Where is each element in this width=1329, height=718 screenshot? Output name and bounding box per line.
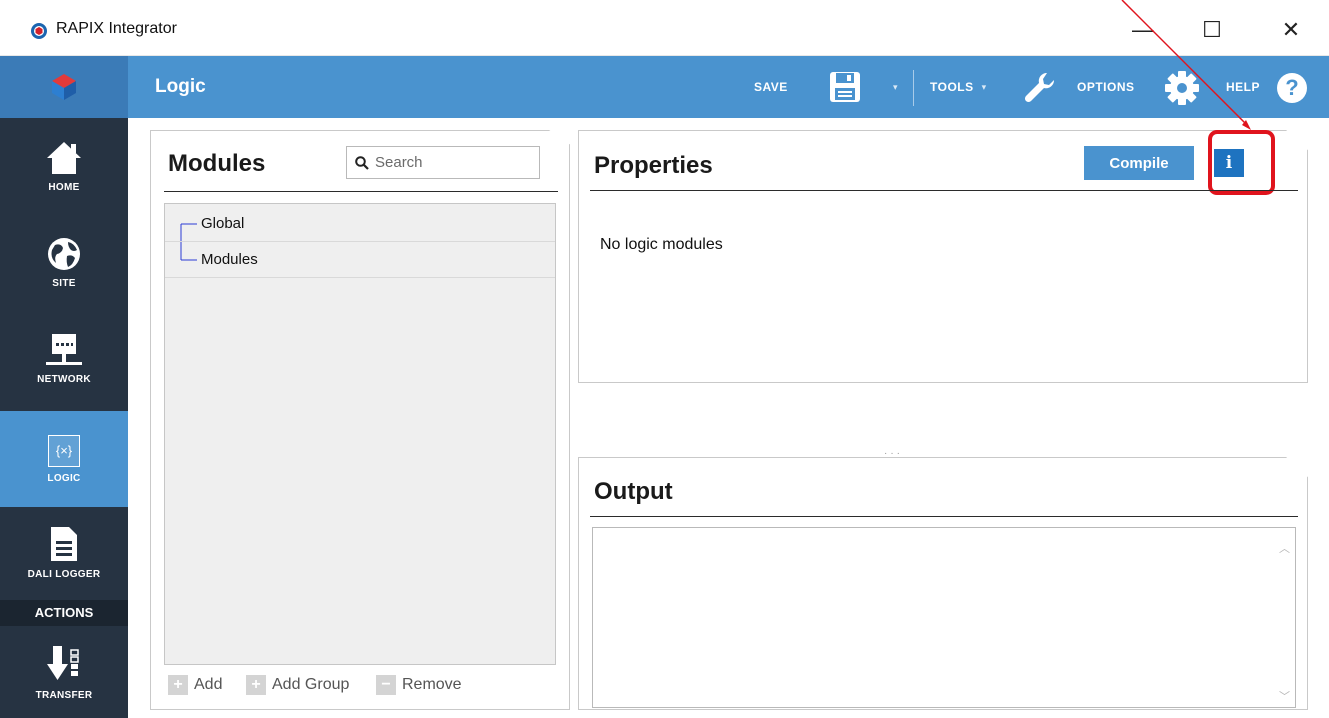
actions-header: ACTIONS <box>0 600 128 626</box>
tree-item-modules[interactable]: Modules <box>165 242 555 278</box>
sidebar-item-home[interactable]: HOME <box>0 118 128 214</box>
sidebar-item-logic[interactable]: {×} LOGIC <box>0 411 128 507</box>
properties-empty-message: No logic modules <box>600 236 723 253</box>
help-icon[interactable]: ? <box>1277 73 1307 103</box>
compile-button[interactable]: Compile <box>1084 146 1194 180</box>
info-highlight-box <box>1208 130 1275 195</box>
page-title: Logic <box>155 76 206 97</box>
output-textarea[interactable] <box>592 527 1296 708</box>
tree-item-label: Global <box>201 215 245 232</box>
chevron-down-icon: ▾ <box>893 81 898 92</box>
sidebar-item-site[interactable]: SITE <box>0 214 128 310</box>
floppy-disk-icon[interactable] <box>828 70 862 104</box>
sidebar-item-label: SITE <box>52 277 76 289</box>
sidebar-item-transfer[interactable]: TRANSFER <box>0 626 128 718</box>
remove-label: Remove <box>402 676 462 693</box>
close-button[interactable]: ✕ <box>1268 8 1314 52</box>
logic-icon: {×} <box>48 434 80 467</box>
wrench-icon[interactable] <box>1022 70 1058 106</box>
properties-title-rule <box>590 190 1298 191</box>
document-icon <box>51 526 77 561</box>
properties-title: Properties <box>594 152 713 179</box>
search-input[interactable] <box>375 154 525 171</box>
sidebar: HOME SITE NETWORK {×} LOGIC DALI LOGGER … <box>0 118 128 718</box>
modules-title-rule <box>164 191 558 192</box>
header-divider <box>913 70 914 106</box>
plus-icon: + <box>246 675 266 695</box>
add-button[interactable]: + Add <box>168 672 222 698</box>
sidebar-item-label: DALI LOGGER <box>27 568 101 580</box>
save-button[interactable]: SAVE <box>754 56 788 118</box>
sidebar-item-network[interactable]: NETWORK <box>0 310 128 406</box>
tools-menu[interactable]: TOOLS ▾ <box>930 56 986 118</box>
transfer-icon <box>47 645 79 680</box>
rapix-app-icon <box>31 23 47 39</box>
home-icon <box>47 141 81 174</box>
save-dropdown[interactable]: ▾ <box>893 56 898 118</box>
output-title: Output <box>594 478 673 505</box>
scroll-up-icon[interactable]: ︿ <box>1279 540 1290 556</box>
sidebar-item-label: HOME <box>48 181 80 193</box>
globe-icon <box>48 237 80 270</box>
save-label: SAVE <box>754 80 788 94</box>
output-title-rule <box>590 516 1298 517</box>
module-search[interactable] <box>346 146 540 179</box>
app-window: RAPIX Integrator — ☐ ✕ Logic SAVE ▾ TOOL… <box>0 0 1329 718</box>
chevron-down-icon: ▾ <box>981 81 987 92</box>
minus-icon: − <box>376 675 396 695</box>
network-icon <box>46 333 82 365</box>
sidebar-item-label: LOGIC <box>47 472 81 484</box>
window-title: RAPIX Integrator <box>56 20 177 37</box>
scroll-down-icon[interactable]: ﹀ <box>1279 688 1290 704</box>
search-icon <box>355 155 369 170</box>
sidebar-item-dali-logger[interactable]: DALI LOGGER <box>0 504 128 600</box>
sidebar-item-label: TRANSFER <box>35 689 93 701</box>
module-tree[interactable]: Global Modules <box>164 203 556 665</box>
tools-label: TOOLS <box>930 80 974 94</box>
tree-item-global[interactable]: Global <box>165 206 555 242</box>
remove-button[interactable]: − Remove <box>376 672 462 698</box>
tree-item-label: Modules <box>201 251 258 268</box>
annotation-arrow <box>1121 0 1251 130</box>
plus-icon: + <box>168 675 188 695</box>
app-logo[interactable] <box>0 56 128 118</box>
add-group-label: Add Group <box>272 676 350 693</box>
sidebar-item-label: NETWORK <box>37 373 91 385</box>
add-group-button[interactable]: + Add Group <box>246 672 349 698</box>
cube-logo-icon <box>52 74 76 100</box>
modules-title: Modules <box>168 150 266 177</box>
add-label: Add <box>194 676 223 693</box>
